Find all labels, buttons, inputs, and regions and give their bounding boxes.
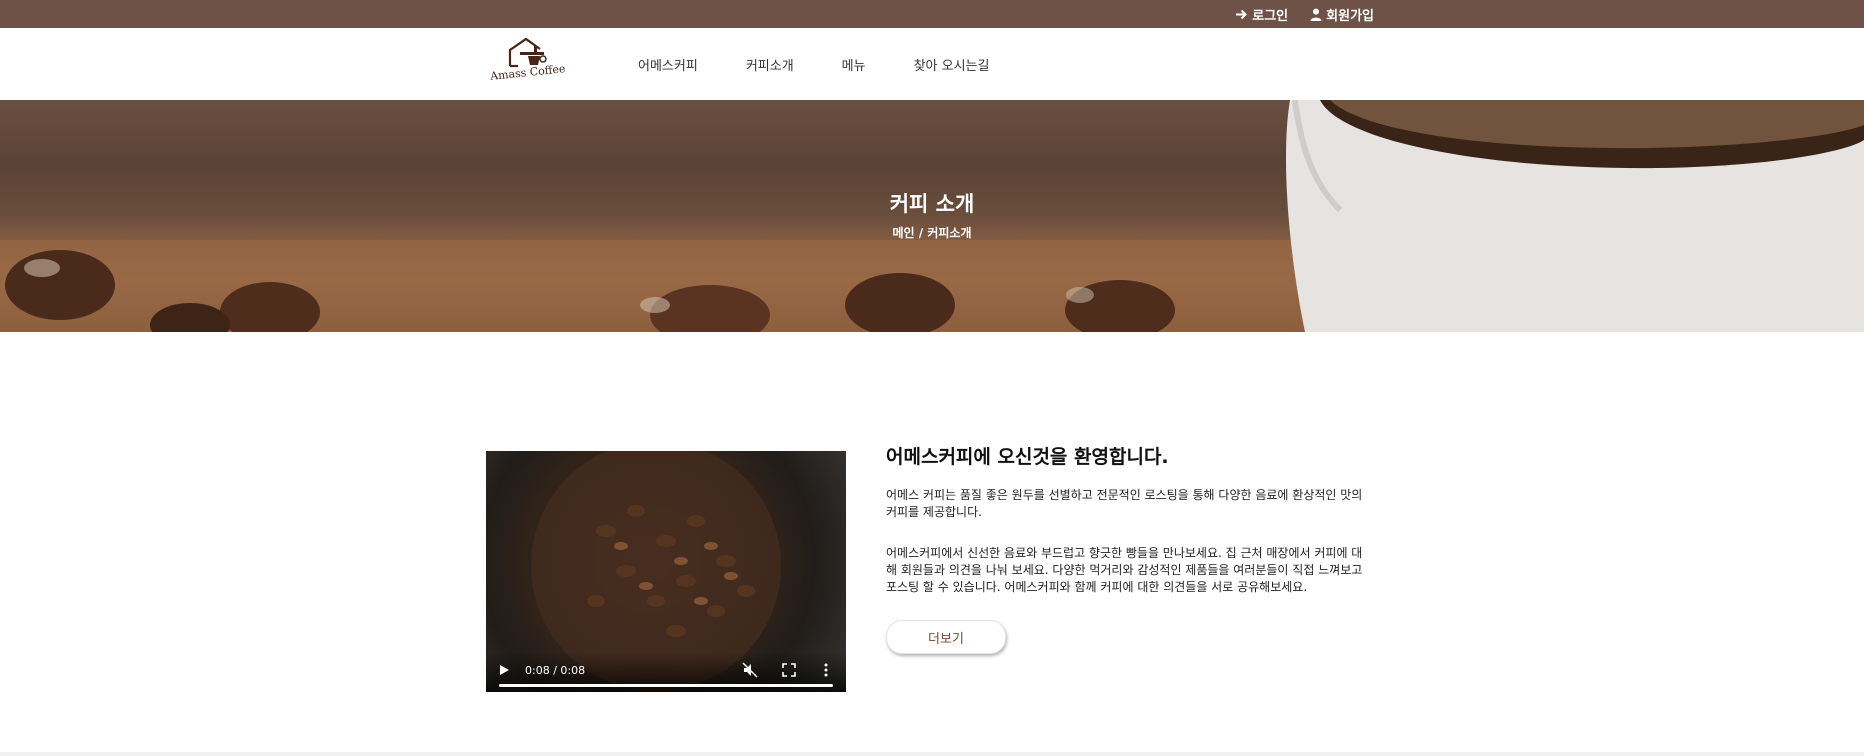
account-links: 로그인 회원가입: [1235, 0, 1374, 28]
play-icon[interactable]: [498, 664, 510, 676]
page-divider: [0, 752, 1864, 756]
nav-item-amass-coffee[interactable]: 어메스커피: [638, 55, 698, 74]
video-player[interactable]: 0:08 / 0:08: [486, 451, 846, 692]
nav-item-directions[interactable]: 찾아 오시는길: [914, 55, 990, 74]
nav-item-menu[interactable]: 메뉴: [842, 55, 866, 74]
video-controls: 0:08 / 0:08: [486, 652, 846, 692]
user-icon: [1310, 8, 1322, 21]
main-nav: 어메스커피 커피소개 메뉴 찾아 오시는길: [638, 28, 989, 100]
more-button[interactable]: 더보기: [886, 620, 1006, 654]
video-progress-bar[interactable]: [499, 684, 833, 687]
site-logo[interactable]: Amass Coffee: [488, 36, 574, 92]
breadcrumb: 메인 / 커피소개: [892, 226, 972, 240]
hero-title: 커피 소개: [889, 192, 975, 216]
nav-item-coffee-intro[interactable]: 커피소개: [746, 55, 794, 74]
login-label: 로그인: [1252, 8, 1289, 24]
site-header: Amass Coffee 어메스커피 커피소개 메뉴 찾아 오시는길: [0, 28, 1864, 100]
fullscreen-icon[interactable]: [782, 663, 796, 677]
video-time: 0:08 / 0:08: [525, 664, 586, 677]
login-link[interactable]: 로그인: [1235, 5, 1288, 24]
intro-paragraph-2: 어메스커피에서 신선한 음료와 부드럽고 향긋한 빵들을 만나보세요. 집 근처…: [886, 546, 1363, 594]
signup-label: 회원가입: [1326, 8, 1374, 24]
arrow-right-icon: [1236, 9, 1248, 19]
hero-banner: 커피 소개 메인 / 커피소개: [0, 100, 1864, 332]
welcome-title: 어메스커피에 오신것을 환영합니다.: [886, 446, 1169, 468]
signup-link[interactable]: 회원가입: [1310, 5, 1374, 24]
intro-paragraph-1: 어메스 커피는 품질 좋은 원두를 선별하고 전문적인 로스팅을 통해 다양한 …: [886, 488, 1363, 519]
mute-icon[interactable]: [742, 662, 758, 678]
more-options-icon[interactable]: [824, 663, 828, 677]
top-utility-bar: 로그인 회원가입: [0, 0, 1864, 28]
